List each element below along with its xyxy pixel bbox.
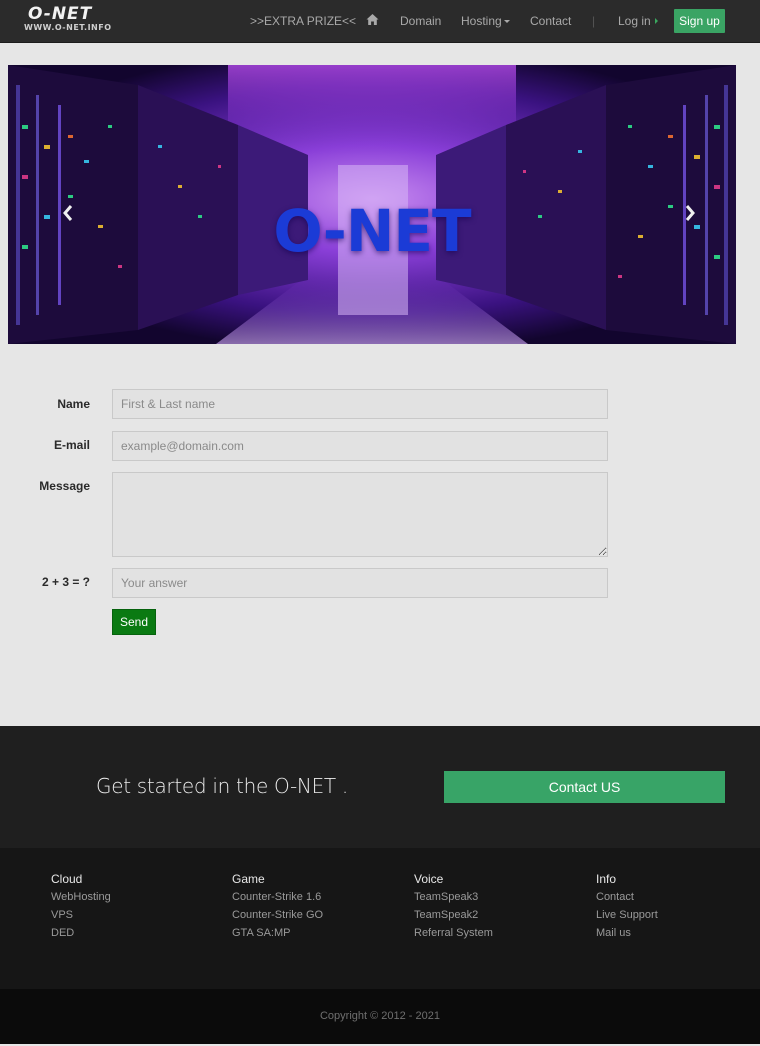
nav-hosting-label: Hosting [461, 14, 502, 28]
carousel-slide-title: O-NET [273, 197, 471, 265]
footer-column-title: Game [232, 872, 265, 886]
nav-extra-prize[interactable]: >>EXTRA PRIZE<< [250, 14, 356, 29]
nav-hosting-dropdown[interactable]: Hosting [461, 14, 510, 29]
footer-column-title: Info [596, 872, 617, 886]
nav-separator: | [592, 14, 596, 28]
message-textarea[interactable] [112, 472, 608, 557]
footer-link-contact[interactable]: Contact [596, 891, 658, 904]
signup-button[interactable]: Sign up [674, 9, 725, 33]
hero-carousel: O-NET [8, 65, 736, 344]
chevron-down-icon [503, 20, 510, 23]
nav-contact[interactable]: Contact [530, 14, 571, 29]
home-icon[interactable] [366, 13, 379, 26]
contact-us-button[interactable]: Contact US [444, 771, 725, 803]
copyright-bar: Copyright © 2012 - 2021 [0, 989, 760, 1044]
top-navbar: O-NET WWW.O-NET.INFO >>EXTRA PRIZE<< Dom… [0, 0, 760, 43]
footer-column-cloud: Cloud WebHosting VPS DED [51, 872, 111, 945]
footer-column-title: Voice [414, 872, 444, 886]
footer-column-title: Cloud [51, 872, 83, 886]
cta-section: Get started in the O-NET . Contact US [0, 726, 760, 848]
footer-link-csgo[interactable]: Counter-Strike GO [232, 909, 323, 922]
footer-link-ded[interactable]: DED [51, 927, 111, 940]
footer-link-gta-samp[interactable]: GTA SA:MP [232, 927, 323, 940]
footer-link-webhosting[interactable]: WebHosting [51, 891, 111, 904]
chevron-left-icon[interactable] [60, 203, 76, 223]
nav-domain[interactable]: Domain [400, 14, 441, 29]
captcha-label: 2 + 3 = ? [41, 575, 90, 589]
footer-link-teamspeak2[interactable]: TeamSpeak2 [414, 909, 493, 922]
footer-link-cs16[interactable]: Counter-Strike 1.6 [232, 891, 323, 904]
email-label: E-mail [53, 438, 90, 452]
footer-links: Cloud WebHosting VPS DED Game Counter-St… [0, 848, 760, 989]
message-label: Message [39, 479, 90, 493]
footer-column-info: Info Contact Live Support Mail us [596, 872, 658, 945]
footer-link-vps[interactable]: VPS [51, 909, 111, 922]
send-button[interactable]: Send [112, 609, 156, 635]
logo-sub-text: WWW.O-NET.INFO [24, 23, 112, 32]
site-logo[interactable]: O-NET WWW.O-NET.INFO [22, 5, 124, 35]
nav-login-label: Log in [618, 14, 651, 28]
logo-main-text: O-NET [28, 4, 93, 24]
footer-link-live-support[interactable]: Live Support [596, 909, 658, 922]
chevron-right-icon[interactable] [682, 203, 698, 223]
captcha-answer-input[interactable] [112, 568, 608, 598]
footer-column-game: Game Counter-Strike 1.6 Counter-Strike G… [232, 872, 323, 945]
copyright-text: Copyright © 2012 - 2021 [319, 1010, 440, 1022]
footer-link-referral[interactable]: Referral System [414, 927, 493, 940]
name-input[interactable] [112, 389, 608, 419]
nav-login[interactable]: Log in [618, 14, 658, 29]
footer-link-mail-us[interactable]: Mail us [596, 927, 658, 940]
footer-link-teamspeak3[interactable]: TeamSpeak3 [414, 891, 493, 904]
footer-column-voice: Voice TeamSpeak3 TeamSpeak2 Referral Sys… [414, 872, 493, 945]
email-input[interactable] [112, 431, 608, 461]
name-label: Name [57, 397, 90, 411]
caret-right-icon [654, 18, 658, 24]
cta-text: Get started in the O-NET . [96, 774, 348, 798]
